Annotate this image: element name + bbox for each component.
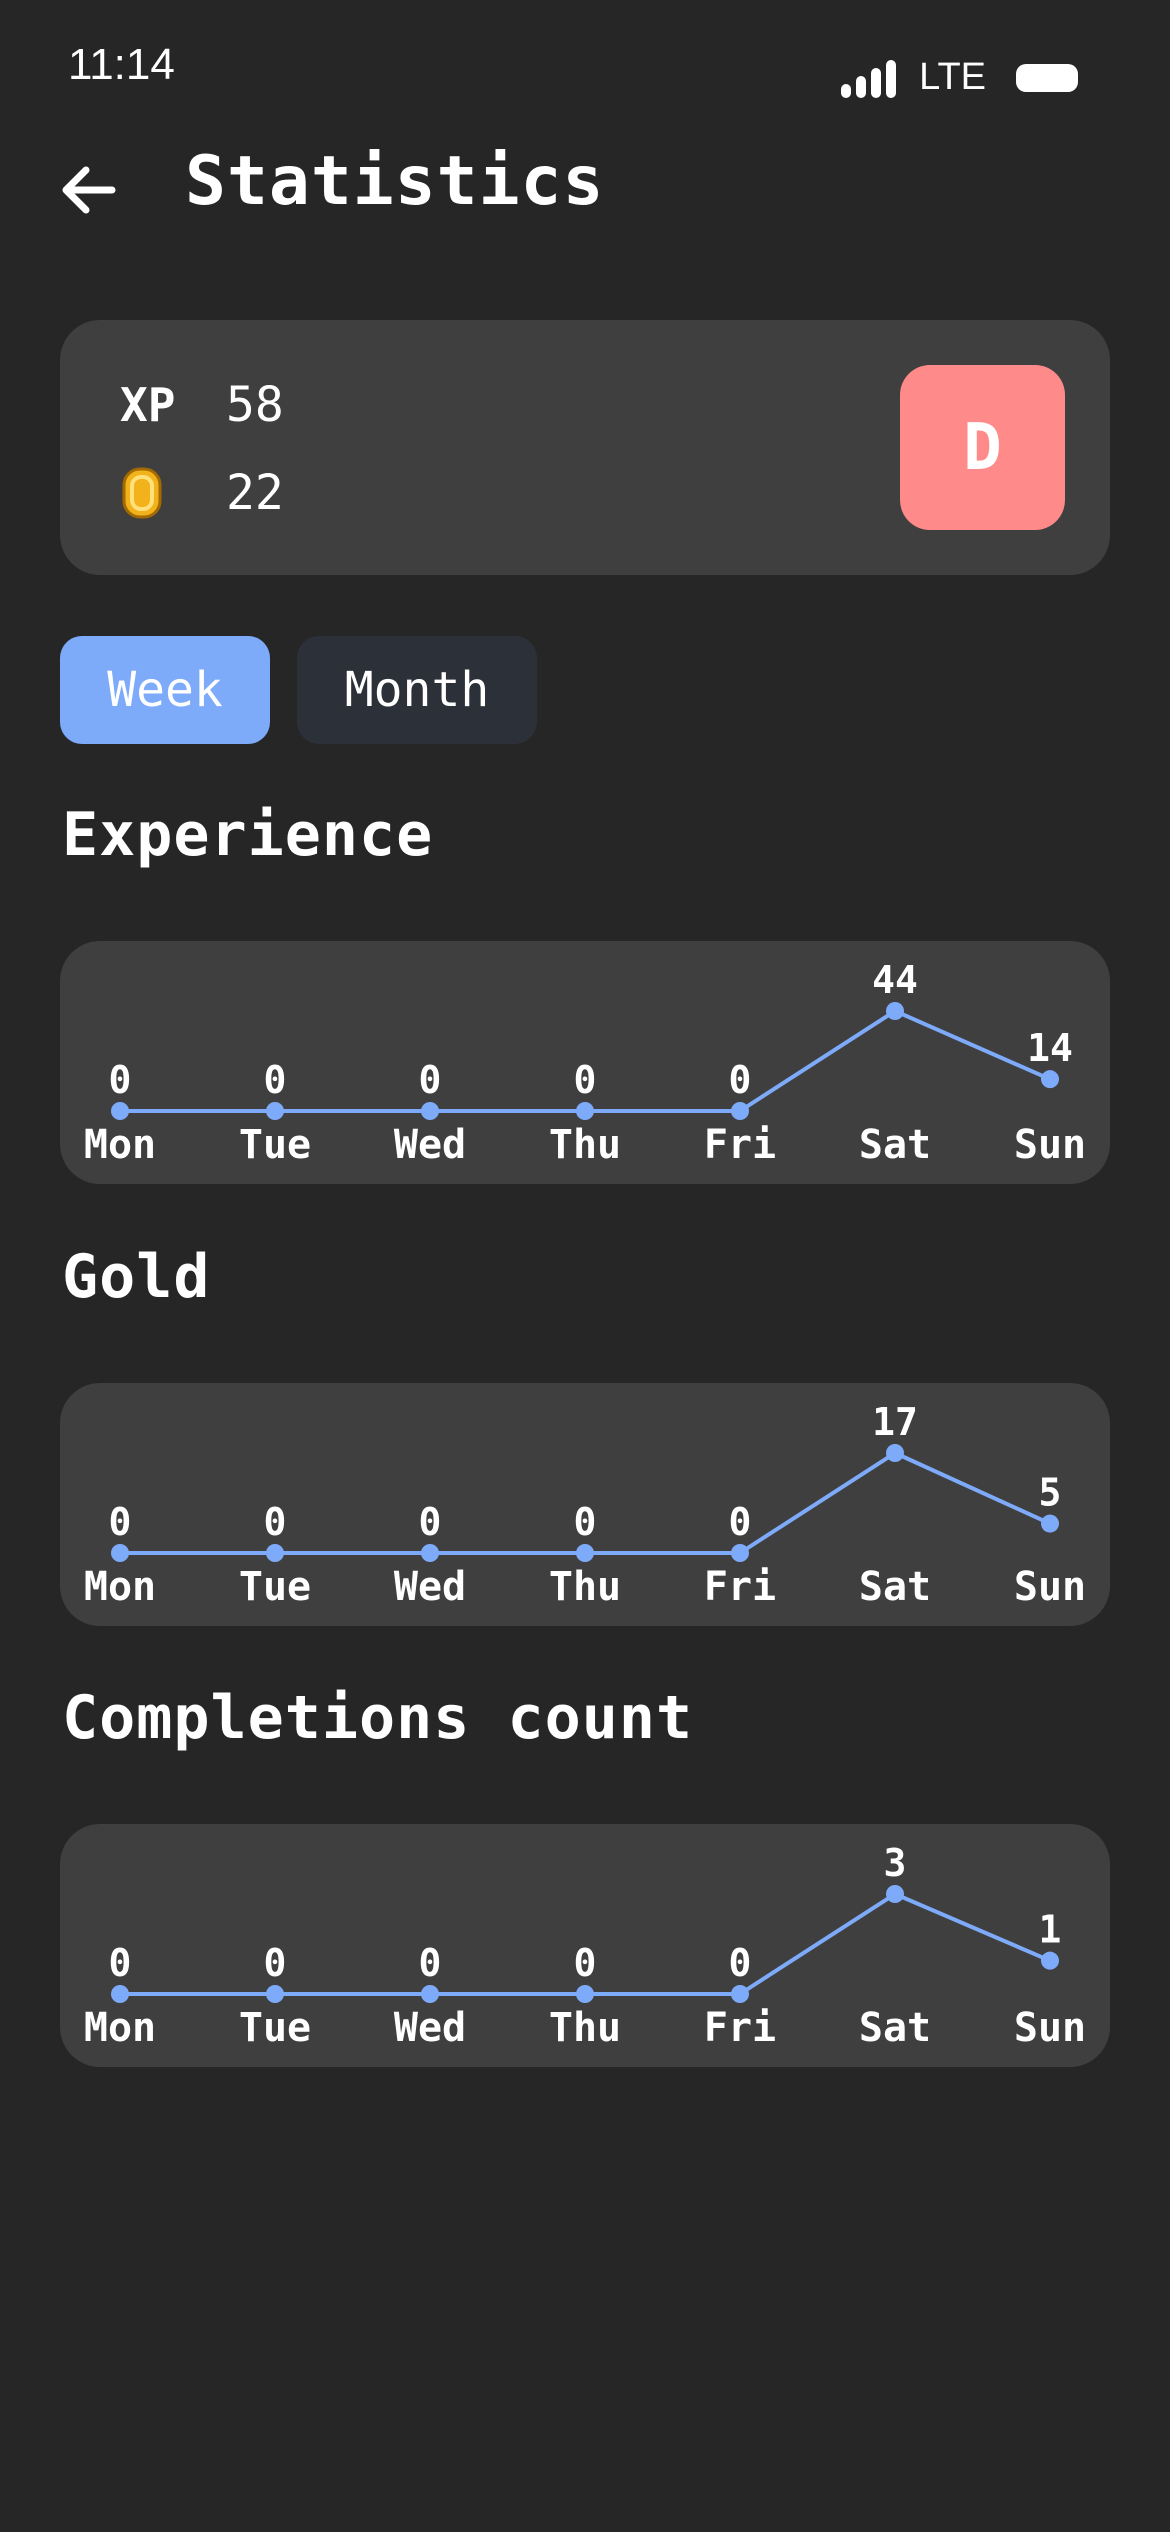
gold-title: Gold bbox=[62, 1242, 211, 1312]
data-label: 0 bbox=[109, 1500, 132, 1544]
data-point bbox=[1041, 1070, 1059, 1089]
data-point bbox=[1041, 1514, 1059, 1533]
tab-week[interactable]: Week bbox=[60, 636, 270, 744]
xp-row: XP 58 bbox=[120, 375, 284, 435]
data-label: 0 bbox=[264, 1500, 287, 1544]
x-tick-label: Sat bbox=[859, 1564, 931, 1610]
experience-chart-svg: 0 Mon 0 Tue 0 Wed 0 Thu 0 Fri 44 Sat 14 Sun bbox=[84, 958, 1086, 1168]
status-bar: 11:14 LTE bbox=[0, 0, 1170, 130]
data-point bbox=[266, 1985, 284, 2003]
period-tabs: Week Month bbox=[60, 636, 537, 744]
x-tick-label: Wed bbox=[394, 2005, 466, 2051]
data-label: 1 bbox=[1039, 1908, 1062, 1952]
network-label: LTE bbox=[919, 56, 986, 98]
data-label: 0 bbox=[574, 1500, 597, 1544]
completions-chart-svg: 0 Mon 0 Tue 0 Wed 0 Thu 0 Fri 3 Sat 1 Sun bbox=[84, 1841, 1086, 2051]
data-point bbox=[886, 1002, 904, 1020]
arrow-left-icon bbox=[62, 166, 116, 214]
data-point bbox=[731, 1544, 749, 1562]
data-point bbox=[111, 1544, 129, 1562]
x-tick-label: Fri bbox=[704, 2005, 776, 2051]
status-indicators: LTE bbox=[841, 56, 1078, 99]
data-point bbox=[421, 1544, 439, 1562]
completions-title: Completions count bbox=[62, 1683, 694, 1753]
data-label: 0 bbox=[729, 1941, 752, 1985]
data-point bbox=[886, 1444, 904, 1462]
data-label: 14 bbox=[1027, 1026, 1073, 1070]
gold-row: 22 bbox=[120, 463, 284, 523]
x-tick-label: Sun bbox=[1014, 1122, 1086, 1168]
data-point bbox=[576, 1102, 594, 1120]
data-label: 0 bbox=[109, 1058, 132, 1102]
battery-icon bbox=[1016, 63, 1078, 92]
xp-value: 58 bbox=[226, 377, 284, 433]
data-label: 0 bbox=[419, 1941, 442, 1985]
x-tick-label: Thu bbox=[549, 1564, 621, 1610]
experience-chart: 0 Mon 0 Tue 0 Wed 0 Thu 0 Fri 44 Sat 14 Sun bbox=[60, 941, 1110, 1184]
xp-label: XP bbox=[120, 378, 176, 432]
data-point bbox=[111, 1102, 129, 1120]
page-title: Statistics bbox=[185, 142, 605, 221]
x-tick-label: Mon bbox=[84, 1122, 156, 1168]
experience-title: Experience bbox=[62, 800, 434, 870]
x-tick-label: Sat bbox=[859, 1122, 931, 1168]
data-label: 0 bbox=[109, 1941, 132, 1985]
x-tick-label: Mon bbox=[84, 1564, 156, 1610]
data-label: 0 bbox=[729, 1500, 752, 1544]
data-label: 3 bbox=[884, 1841, 907, 1885]
data-point bbox=[266, 1544, 284, 1562]
x-tick-label: Tue bbox=[239, 1122, 311, 1168]
rank-badge[interactable]: D bbox=[900, 365, 1065, 530]
x-tick-label: Sun bbox=[1014, 1564, 1086, 1610]
data-label: 0 bbox=[264, 1058, 287, 1102]
data-label: 5 bbox=[1039, 1471, 1062, 1515]
x-tick-label: Thu bbox=[549, 2005, 621, 2051]
data-point bbox=[421, 1102, 439, 1120]
data-label: 0 bbox=[729, 1058, 752, 1102]
data-point bbox=[886, 1885, 904, 1903]
x-tick-label: Tue bbox=[239, 1564, 311, 1610]
status-time: 11:14 bbox=[68, 40, 175, 89]
back-button[interactable] bbox=[48, 150, 128, 230]
data-point bbox=[266, 1102, 284, 1120]
data-point bbox=[731, 1985, 749, 2003]
data-label: 17 bbox=[872, 1400, 918, 1444]
top-bar: Statistics bbox=[0, 130, 1170, 240]
data-label: 0 bbox=[419, 1500, 442, 1544]
x-tick-label: Mon bbox=[84, 2005, 156, 2051]
x-tick-label: Wed bbox=[394, 1122, 466, 1168]
x-tick-label: Wed bbox=[394, 1564, 466, 1610]
data-point bbox=[111, 1985, 129, 2003]
gold-chart: 0 Mon 0 Tue 0 Wed 0 Thu 0 Fri 17 Sat 5 Sun bbox=[60, 1383, 1110, 1626]
x-tick-label: Sat bbox=[859, 2005, 931, 2051]
x-tick-label: Thu bbox=[549, 1122, 621, 1168]
data-point bbox=[731, 1102, 749, 1120]
x-tick-label: Tue bbox=[239, 2005, 311, 2051]
data-label: 0 bbox=[574, 1941, 597, 1985]
summary-card: XP 58 22 D bbox=[60, 320, 1110, 575]
data-point bbox=[576, 1544, 594, 1562]
x-tick-label: Fri bbox=[704, 1564, 776, 1610]
data-point bbox=[1041, 1951, 1059, 1970]
x-tick-label: Fri bbox=[704, 1122, 776, 1168]
gold-chart-svg: 0 Mon 0 Tue 0 Wed 0 Thu 0 Fri 17 Sat 5 Sun bbox=[84, 1400, 1086, 1610]
tab-month[interactable]: Month bbox=[297, 636, 537, 744]
signal-icon bbox=[841, 58, 903, 98]
x-tick-label: Sun bbox=[1014, 2005, 1086, 2051]
data-label: 0 bbox=[264, 1941, 287, 1985]
data-label: 0 bbox=[419, 1058, 442, 1102]
data-point bbox=[421, 1985, 439, 2003]
data-point bbox=[576, 1985, 594, 2003]
gold-value: 22 bbox=[226, 465, 284, 521]
completions-chart: 0 Mon 0 Tue 0 Wed 0 Thu 0 Fri 3 Sat 1 Sun bbox=[60, 1824, 1110, 2067]
data-label: 0 bbox=[574, 1058, 597, 1102]
coin-icon bbox=[120, 463, 226, 523]
data-label: 44 bbox=[872, 958, 918, 1002]
